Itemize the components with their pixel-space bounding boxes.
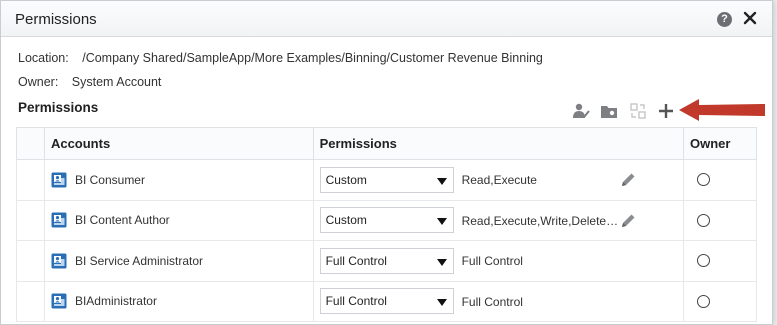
permission-select[interactable]: Full Control	[319, 288, 454, 315]
row-selector[interactable]	[16, 240, 45, 282]
application-role-icon	[51, 293, 67, 309]
permission-select[interactable]: Custom	[319, 207, 454, 234]
row-selector[interactable]	[16, 159, 45, 201]
select-column-header	[16, 127, 45, 160]
close-icon[interactable]	[742, 9, 758, 27]
permission-cell: Custom Read,Execute	[312, 159, 685, 201]
add-icon[interactable]	[656, 101, 676, 121]
permission-detail: Full Control	[461, 254, 523, 268]
table-row[interactable]: BI Content Author Custom Read,Execute,Wr…	[16, 200, 757, 241]
owner-radio[interactable]	[697, 213, 711, 227]
permissions-dialog: Permissions ? Location: /Company Shared/…	[0, 0, 773, 325]
dropdown-arrow-icon	[436, 258, 447, 266]
permission-cell: Custom Read,Execute,Write,Delete…	[312, 200, 685, 241]
owner-cell	[683, 200, 757, 241]
location-value: /Company Shared/SampleApp/More Examples/…	[82, 51, 543, 65]
dialog-title: Permissions	[15, 11, 97, 28]
account-name: BI Service Administrator	[74, 253, 203, 268]
help-icon[interactable]: ?	[717, 12, 732, 27]
permissions-table: Accounts Permissions Owner BI Consumer C…	[16, 127, 757, 322]
permission-select[interactable]: Custom	[319, 166, 454, 193]
dialog-titlebar: Permissions ?	[1, 1, 772, 37]
pencil-icon[interactable]	[619, 171, 637, 189]
account-cell: BI Content Author	[43, 200, 314, 241]
owner-radio[interactable]	[697, 173, 711, 187]
accounts-column-header[interactable]: Accounts	[43, 127, 314, 160]
table-row[interactable]: BI Consumer Custom Read,Execute	[16, 159, 757, 201]
permission-select-value: Full Control	[325, 294, 387, 309]
set-owner-icon[interactable]	[571, 101, 591, 121]
pencil-icon[interactable]	[619, 212, 637, 230]
application-role-icon	[51, 172, 67, 188]
owner-row: Owner: System Account	[18, 75, 161, 89]
dropdown-arrow-icon	[436, 177, 447, 185]
location-label: Location:	[18, 51, 69, 65]
permissions-column-header[interactable]: Permissions	[312, 127, 685, 160]
account-name: BIAdministrator	[74, 294, 157, 309]
application-role-icon	[51, 253, 67, 269]
dropdown-arrow-icon	[436, 299, 447, 307]
permission-detail: Read,Execute,Write,Delete…	[461, 213, 619, 228]
owner-label: Owner:	[18, 75, 59, 89]
owner-cell	[683, 281, 757, 322]
dropdown-arrow-icon	[436, 218, 447, 226]
permission-cell: Full Control Full Control	[312, 281, 685, 322]
permission-select-value: Custom	[325, 172, 367, 187]
owner-cell	[683, 159, 757, 201]
account-name: BI Consumer	[74, 172, 145, 187]
replace-icon[interactable]	[628, 101, 648, 121]
account-cell: BI Consumer	[43, 159, 314, 201]
account-cell: BI Service Administrator	[43, 240, 314, 282]
owner-column-header[interactable]: Owner	[683, 127, 757, 160]
account-cell: BIAdministrator	[43, 281, 314, 322]
apply-folder-icon[interactable]	[599, 101, 619, 121]
row-selector[interactable]	[16, 200, 45, 241]
permission-cell: Full Control Full Control	[312, 240, 685, 282]
account-name: BI Content Author	[74, 213, 170, 228]
permission-select[interactable]: Full Control	[319, 247, 454, 274]
table-row[interactable]: BI Service Administrator Full Control Fu…	[16, 240, 757, 282]
application-role-icon	[51, 212, 67, 228]
owner-radio[interactable]	[697, 294, 711, 308]
permissions-section-title: Permissions	[18, 100, 99, 115]
permission-select-value: Full Control	[325, 253, 387, 268]
permission-select-value: Custom	[325, 213, 367, 228]
owner-value: System Account	[71, 75, 162, 89]
annotation-arrow	[679, 99, 765, 121]
permission-detail: Full Control	[461, 294, 523, 309]
location-row: Location: /Company Shared/SampleApp/More…	[18, 51, 543, 65]
row-selector[interactable]	[16, 281, 45, 322]
table-row[interactable]: BIAdministrator Full Control Full Contro…	[16, 281, 757, 322]
permission-detail: Read,Execute	[461, 173, 537, 187]
table-header-row: Accounts Permissions Owner	[16, 127, 757, 160]
owner-cell	[683, 240, 757, 282]
owner-radio[interactable]	[697, 254, 711, 268]
